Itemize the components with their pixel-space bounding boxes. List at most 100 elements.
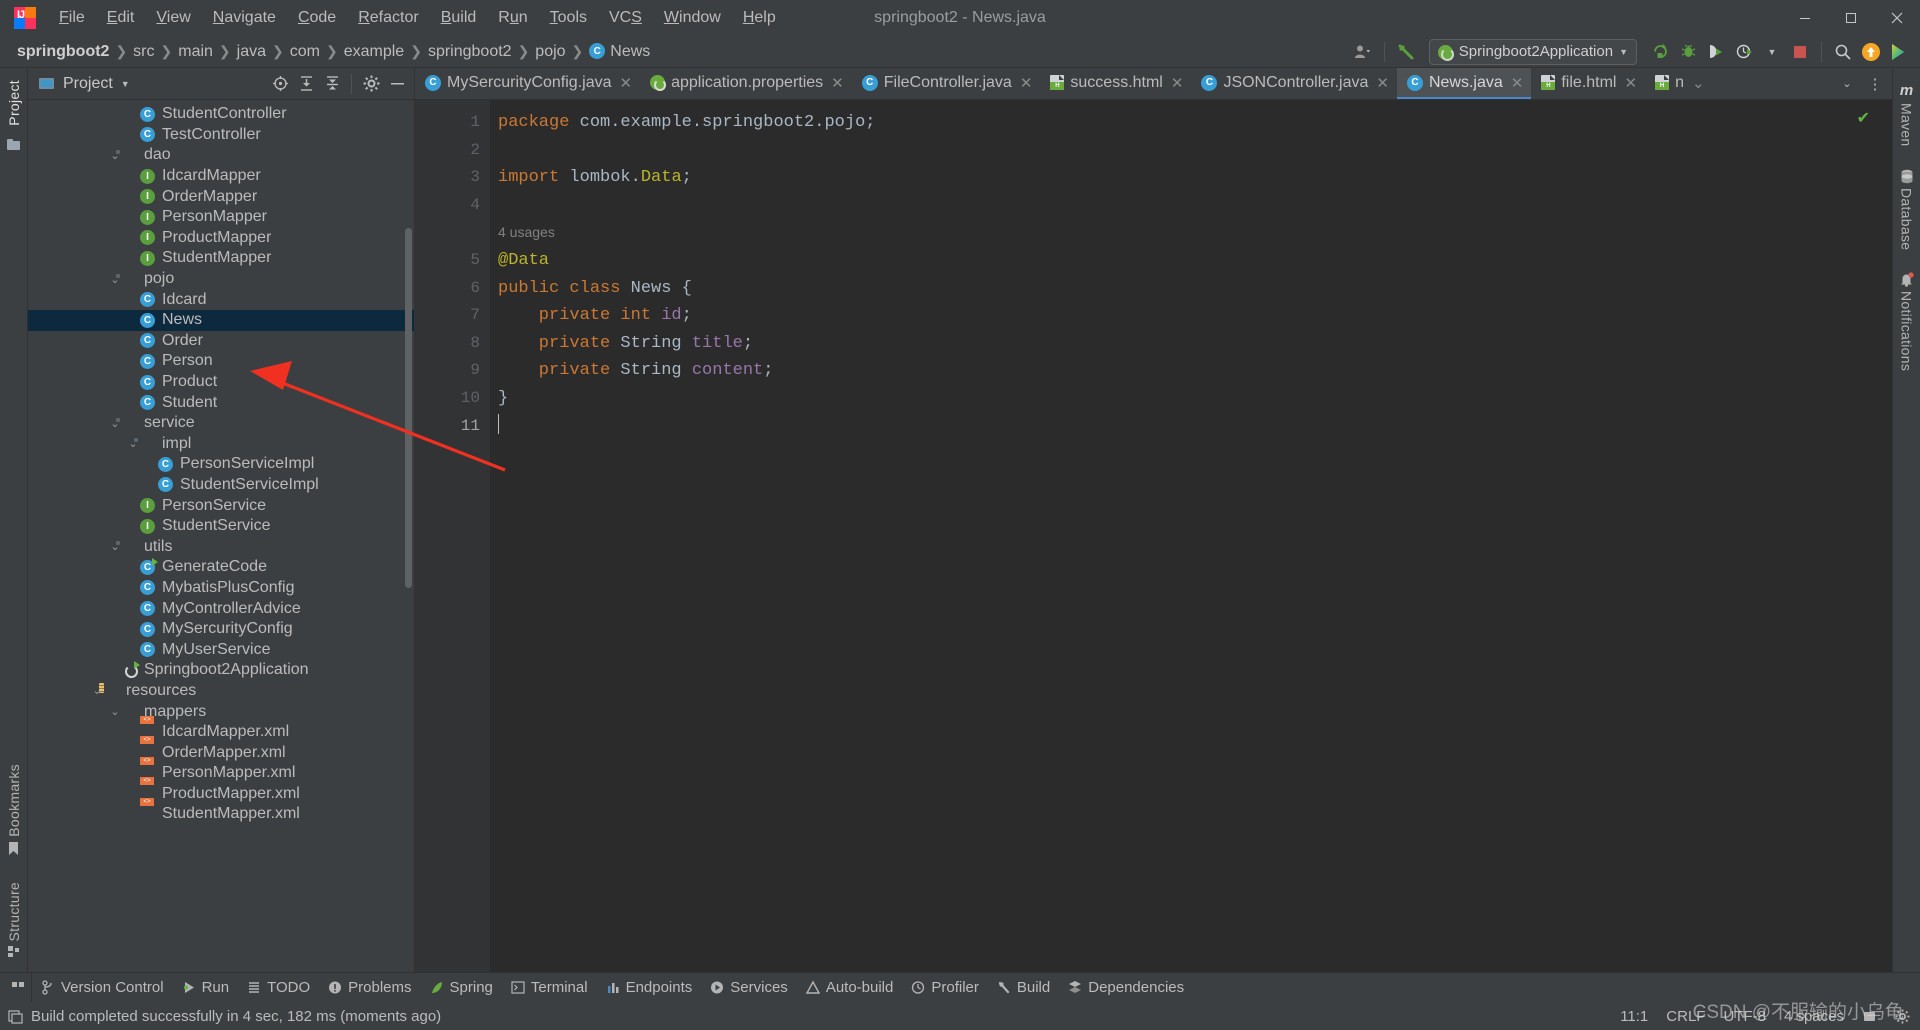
tree-node[interactable]: I PersonMapper xyxy=(28,207,414,228)
tree-node[interactable]: C GenerateCode xyxy=(28,557,414,578)
chevron-down-icon[interactable]: ⌄ xyxy=(108,705,122,718)
code-line[interactable] xyxy=(498,192,1892,220)
tree-node[interactable]: C MyUserService xyxy=(28,639,414,660)
editor-vertical-scrollbar[interactable] xyxy=(1878,100,1892,972)
close-tab-icon[interactable]: ✕ xyxy=(1020,74,1033,92)
sidebar-item-notifications[interactable]: Notifications xyxy=(1899,266,1915,377)
breadcrumb-item-src[interactable]: src xyxy=(128,41,159,63)
tree-node[interactable]: PersonMapper.xml xyxy=(28,763,414,784)
tool-window-run[interactable]: Run xyxy=(173,976,239,999)
tree-node[interactable]: C TestController xyxy=(28,125,414,146)
menu-item-navigate[interactable]: Navigate xyxy=(202,5,287,31)
tree-node[interactable]: C MybatisPlusConfig xyxy=(28,578,414,599)
close-tab-icon[interactable]: ✕ xyxy=(831,74,844,92)
tree-node[interactable]: C PersonServiceImpl xyxy=(28,454,414,475)
tree-node[interactable]: C StudentServiceImpl xyxy=(28,475,414,496)
editor-tab-file-html[interactable]: file.html ✕ xyxy=(1531,68,1645,99)
inspection-ok-icon[interactable]: ✔ xyxy=(1857,108,1870,128)
menu-item-vcs[interactable]: VCS xyxy=(598,5,653,31)
tree-node[interactable]: C Person xyxy=(28,351,414,372)
tree-node[interactable]: StudentMapper.xml xyxy=(28,804,414,825)
menu-item-file[interactable]: File xyxy=(48,5,96,31)
tree-node[interactable]: I OrderMapper xyxy=(28,186,414,207)
tree-node[interactable]: C Order xyxy=(28,331,414,352)
tree-node[interactable]: ⌄ impl xyxy=(28,434,414,455)
editor-tab-news-java[interactable]: C News.java ✕ xyxy=(1396,68,1532,99)
collapse-all-icon[interactable] xyxy=(319,71,345,97)
status-message[interactable]: Build completed successfully in 4 sec, 1… xyxy=(31,1008,441,1025)
editor-tab-success-html[interactable]: success.html ✕ xyxy=(1040,68,1191,99)
project-tree[interactable]: C StudentController C TestController ⌄ dao I Id… xyxy=(28,100,414,972)
menu-item-run[interactable]: Run xyxy=(487,5,538,31)
tree-node[interactable]: C Idcard xyxy=(28,289,414,310)
minimize-button[interactable] xyxy=(1782,0,1828,36)
profiler-dropdown-icon[interactable]: ▼ xyxy=(1759,39,1785,65)
sidebar-item-maven[interactable]: m Maven xyxy=(1899,76,1915,153)
menu-item-edit[interactable]: Edit xyxy=(96,5,146,31)
account-icon[interactable] xyxy=(1350,39,1376,65)
editor-tab-filecontroller-java[interactable]: C FileController.java ✕ xyxy=(852,68,1041,99)
profiler-run-icon[interactable] xyxy=(1731,39,1757,65)
sidebar-item-structure[interactable]: Structure xyxy=(6,876,22,965)
sidebar-item-bookmarks[interactable]: Bookmarks xyxy=(6,758,22,862)
tree-node[interactable]: I StudentMapper xyxy=(28,248,414,269)
file-encoding[interactable]: UTF-8 xyxy=(1723,1008,1766,1025)
line-separator[interactable]: CRLF xyxy=(1666,1008,1705,1025)
editor-tab-mysercurityconfig-java[interactable]: C MySercurityConfig.java ✕ xyxy=(415,68,640,99)
menu-item-help[interactable]: Help xyxy=(732,5,787,31)
layout-toggle-icon[interactable] xyxy=(4,972,32,1003)
tree-node[interactable]: IdcardMapper.xml xyxy=(28,722,414,743)
tree-node[interactable]: ⌄ resources xyxy=(28,681,414,702)
editor-horizontal-scrollbar[interactable] xyxy=(490,959,1878,972)
more-options-icon[interactable]: ⋮ xyxy=(1862,71,1888,97)
tree-node[interactable]: Springboot2Application xyxy=(28,660,414,681)
tool-window-terminal[interactable]: Terminal xyxy=(502,976,597,999)
tool-window-spring[interactable]: Spring xyxy=(421,976,502,999)
code-line[interactable] xyxy=(498,137,1892,165)
indent-setting[interactable]: 4 spaces xyxy=(1784,1008,1844,1025)
sidebar-item-project[interactable]: Project xyxy=(6,74,22,132)
project-tree-scrollbar[interactable] xyxy=(405,228,412,588)
tree-node[interactable]: ⌄ mappers xyxy=(28,701,414,722)
editor-gutter[interactable]: 1 2 3 4 5 6 7 8 9 10 11 xyxy=(415,100,490,972)
debug-icon[interactable] xyxy=(1675,39,1701,65)
maximize-button[interactable] xyxy=(1828,0,1874,36)
ide-assistant-icon[interactable] xyxy=(1886,39,1912,65)
caret-position[interactable]: 11:1 xyxy=(1620,1008,1648,1025)
close-tab-icon[interactable]: ✕ xyxy=(1624,74,1637,92)
tool-window-endpoints[interactable]: Endpoints xyxy=(597,976,702,999)
rerun-icon[interactable] xyxy=(1647,39,1673,65)
chevron-down-icon[interactable]: ▼ xyxy=(121,79,130,89)
tree-node[interactable]: C MySercurityConfig xyxy=(28,619,414,640)
tree-node[interactable]: ⌄ pojo xyxy=(28,269,414,290)
tree-node[interactable]: ⌄ utils xyxy=(28,536,414,557)
tool-window-build[interactable]: Build xyxy=(988,976,1059,999)
tree-node[interactable]: C Product xyxy=(28,372,414,393)
menu-item-tools[interactable]: Tools xyxy=(539,5,598,31)
menu-item-code[interactable]: Code xyxy=(287,5,347,31)
updates-icon[interactable] xyxy=(1858,39,1884,65)
close-button[interactable] xyxy=(1874,0,1920,36)
menu-item-window[interactable]: Window xyxy=(653,5,732,31)
breadcrumb-item-pojo[interactable]: pojo xyxy=(530,41,570,63)
breadcrumb-item-springboot2[interactable]: springboot2 xyxy=(12,41,114,63)
tool-window-auto-build[interactable]: Auto-build xyxy=(797,976,903,999)
code-content[interactable]: package com.example.springboot2.pojo; im… xyxy=(490,100,1892,972)
close-tab-icon[interactable]: ✕ xyxy=(1376,74,1389,92)
chevron-down-icon[interactable]: ⌄ xyxy=(1692,74,1705,92)
stop-icon[interactable] xyxy=(1787,39,1813,65)
tool-window-services[interactable]: Services xyxy=(701,976,797,999)
settings-gear-icon[interactable] xyxy=(358,71,384,97)
tree-node[interactable]: ⌄ service xyxy=(28,413,414,434)
tool-window-todo[interactable]: TODO xyxy=(238,976,319,999)
code-line[interactable]: private String content; xyxy=(498,357,1892,385)
hammer-build-icon[interactable] xyxy=(1393,39,1419,65)
menu-item-refactor[interactable]: Refactor xyxy=(347,5,429,31)
editor-tab-jsoncontroller-java[interactable]: C JSONController.java ✕ xyxy=(1191,68,1397,99)
sidebar-item-database[interactable]: Database xyxy=(1899,163,1915,256)
tree-node[interactable]: I StudentService xyxy=(28,516,414,537)
search-everywhere-icon[interactable] xyxy=(1830,39,1856,65)
code-editor[interactable]: 1 2 3 4 5 6 7 8 9 10 11 package com.example.sprin… xyxy=(415,100,1892,972)
code-line[interactable]: import lombok.Data; xyxy=(498,164,1892,192)
tree-node[interactable]: I ProductMapper xyxy=(28,228,414,249)
